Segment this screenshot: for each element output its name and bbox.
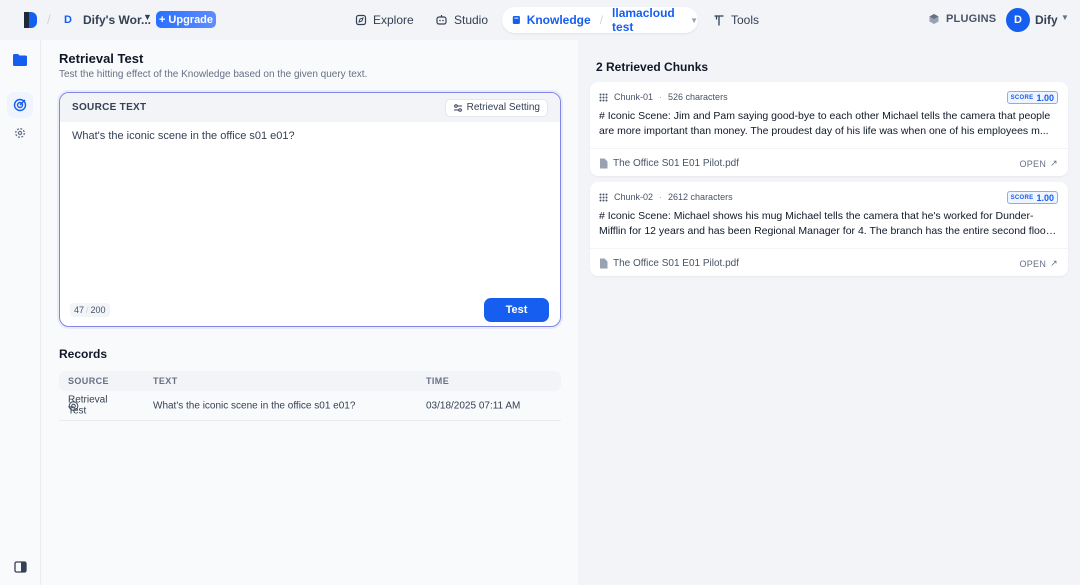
results-panel: 2 Retrieved Chunks Chunk-01 · 526 charac… (578, 40, 1080, 585)
score-label: SCORE (1010, 94, 1034, 101)
file-icon (600, 158, 608, 169)
record-source: Retrieval Test (68, 395, 107, 417)
robot-icon (436, 15, 447, 25)
avatar[interactable]: D (1006, 8, 1030, 32)
chunk-footer: The Office S01 E01 Pilot.pdf OPEN ↗ (590, 248, 1068, 276)
source-text-label: SOURCE TEXT (72, 102, 147, 113)
upgrade-button[interactable]: + Upgrade (156, 11, 216, 28)
workspace-name[interactable]: Dify's Wor... (83, 13, 151, 27)
nav-studio[interactable]: Studio (435, 9, 488, 31)
nav-tools-label: Tools (731, 13, 760, 27)
record-time: 03/18/2025 07:11 AM (426, 400, 521, 411)
sidebar-toggle-icon (13, 561, 27, 573)
chunk-file: The Office S01 E01 Pilot.pdf (599, 158, 739, 169)
plus-icon: + (158, 13, 166, 26)
column-header-time: TIME (426, 376, 450, 386)
collapse-sidebar-button[interactable] (7, 554, 33, 580)
retrieval-test-panel: Retrieval Test Test the hitting effect o… (41, 40, 578, 585)
nav-studio-label: Studio (454, 13, 489, 27)
chunk-file-name: The Office S01 E01 Pilot.pdf (613, 258, 740, 269)
open-label: OPEN (1019, 158, 1047, 169)
open-button[interactable]: OPEN ↗ (1019, 158, 1058, 169)
dataset-folder-button[interactable] (7, 47, 33, 73)
open-label: OPEN (1019, 258, 1047, 269)
nav-tools[interactable]: Tools (713, 9, 759, 31)
query-textarea[interactable]: What's the iconic scene in the office s0… (72, 130, 295, 142)
breadcrumb-separator: / (47, 12, 51, 27)
book-icon (512, 16, 520, 24)
grid-dots-icon (599, 93, 608, 101)
results-title: 2 Retrieved Chunks (596, 60, 709, 74)
retrieval-setting-button[interactable]: Retrieval Setting (444, 98, 548, 117)
chevron-down-icon[interactable]: ▼ (143, 12, 152, 22)
dify-logo-icon[interactable] (22, 11, 38, 29)
left-rail (0, 40, 41, 585)
folder-icon (13, 54, 27, 66)
external-link-icon: ↗ (1050, 258, 1058, 268)
chunk-text: # Iconic Scene: Jim and Pam saying good-… (599, 110, 1051, 137)
explore-icon (355, 14, 367, 26)
char-count: 47 (74, 305, 85, 315)
source-text-header: SOURCE TEXT Retrieval Setting (60, 93, 560, 122)
column-header-source: SOURCE (68, 376, 109, 386)
score-label: SCORE (1010, 194, 1034, 201)
nav-knowledge-label: Knowledge (526, 13, 591, 27)
records-table: SOURCE TEXT TIME Retrieval Test What's t… (59, 371, 561, 421)
char-counter: 47 / 200 (70, 303, 110, 317)
chunk-id: Chunk-01 (614, 92, 654, 102)
retrieval-setting-label: Retrieval Setting (466, 102, 540, 113)
record-text: What's the iconic scene in the office s0… (153, 400, 356, 411)
upgrade-label: Upgrade (168, 13, 214, 26)
plugins-label: PLUGINS (946, 13, 997, 25)
open-button[interactable]: OPEN ↗ (1019, 258, 1058, 269)
table-header: SOURCE TEXT TIME (59, 371, 561, 391)
char-max: 200 (90, 305, 106, 315)
chunk-meta: Chunk-02 · 2612 characters (599, 192, 733, 202)
chunk-chars: 526 characters (668, 92, 728, 102)
plugins-button[interactable]: PLUGINS (928, 13, 996, 25)
score-badge: SCORE 1.00 (1006, 91, 1058, 104)
nav-separator: / (599, 13, 604, 27)
top-bar: / D Dify's Wor... ▼ + Upgrade Explore St… (0, 0, 1080, 40)
record-source-label: Retrieval Test (68, 394, 108, 417)
nav-explore[interactable]: Explore (355, 9, 414, 31)
chunk-card[interactable]: Chunk-02 · 2612 characters SCORE 1.00 # … (590, 182, 1068, 276)
page-subtitle: Test the hitting effect of the Knowledge… (59, 69, 368, 80)
file-icon (600, 258, 608, 269)
tools-icon (714, 15, 724, 26)
retrieval-test-nav[interactable] (7, 92, 33, 118)
nav-explore-label: Explore (373, 13, 414, 27)
source-text-box: SOURCE TEXT Retrieval Setting What's the… (59, 92, 561, 327)
page-title: Retrieval Test (59, 51, 144, 66)
dataset-selector[interactable]: llamacloud test (612, 6, 681, 34)
chunk-footer: The Office S01 E01 Pilot.pdf OPEN ↗ (590, 148, 1068, 176)
column-header-text: TEXT (153, 376, 178, 386)
chunk-card[interactable]: Chunk-01 · 526 characters SCORE 1.00 # I… (590, 82, 1068, 176)
score-badge: SCORE 1.00 (1006, 191, 1058, 204)
chunk-meta: Chunk-01 · 526 characters (599, 92, 728, 102)
chunk-id: Chunk-02 (614, 192, 654, 202)
records-title: Records (59, 347, 108, 361)
chunk-chars: 2612 characters (668, 192, 733, 202)
settings-nav[interactable] (7, 120, 33, 146)
external-link-icon: ↗ (1050, 158, 1058, 168)
sliders-icon (453, 103, 462, 112)
chunk-file-name: The Office S01 E01 Pilot.pdf (613, 158, 740, 169)
table-row[interactable]: Retrieval Test What's the iconic scene i… (59, 391, 561, 421)
gear-icon (15, 128, 25, 138)
workspace-avatar[interactable]: D (59, 11, 77, 29)
user-name[interactable]: Dify (1035, 13, 1058, 27)
cube-icon (929, 14, 939, 24)
chunk-file: The Office S01 E01 Pilot.pdf (599, 258, 739, 269)
target-icon (13, 98, 27, 112)
score-value: 1.00 (1036, 92, 1054, 103)
grid-dots-icon (599, 193, 608, 201)
test-button[interactable]: Test (484, 298, 549, 322)
score-value: 1.00 (1036, 192, 1054, 203)
chevron-down-icon[interactable]: ▼ (1061, 13, 1069, 22)
nav-knowledge[interactable]: Knowledge / llamacloud test ▼ (502, 6, 698, 34)
chevron-down-icon[interactable]: ▼ (690, 16, 698, 25)
chunk-text: # Iconic Scene: Michael shows his mug Mi… (599, 210, 1050, 237)
